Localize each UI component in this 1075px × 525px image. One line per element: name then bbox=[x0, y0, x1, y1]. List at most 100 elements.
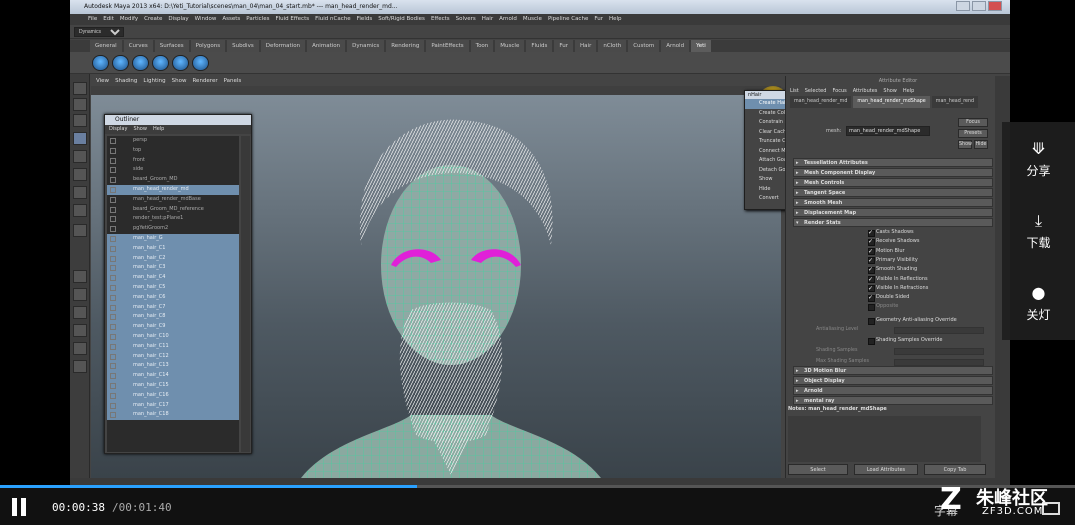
visibility-toggle[interactable] bbox=[110, 284, 116, 291]
attr-menu-attributes[interactable]: Attributes bbox=[853, 86, 878, 96]
outliner-item[interactable]: pgYetiGroom2 bbox=[107, 224, 239, 234]
shelf-tab-deformation[interactable]: Deformation bbox=[260, 40, 306, 52]
outliner-item[interactable]: man_hair_C3 bbox=[107, 263, 239, 274]
menu-hair[interactable]: Hair bbox=[482, 14, 493, 25]
shelf-tab-subdivs[interactable]: Subdivs bbox=[227, 40, 259, 52]
attr-menu-help[interactable]: Help bbox=[903, 86, 914, 96]
scale-tool-icon[interactable] bbox=[73, 168, 87, 181]
outliner-item[interactable]: render_test:pPlane1 bbox=[107, 214, 239, 224]
outliner-item[interactable]: beard_Groom_MD bbox=[107, 175, 239, 185]
mesh-name-field[interactable]: man_head_render_mdShape bbox=[846, 126, 930, 136]
outliner-item[interactable]: man_hair_C2 bbox=[107, 253, 239, 264]
lasso-tool-icon[interactable] bbox=[73, 98, 87, 111]
panel-menu-show[interactable]: Show bbox=[172, 76, 187, 86]
time-slider[interactable] bbox=[70, 478, 1010, 485]
outliner-item[interactable]: man_hair_C1 bbox=[107, 243, 239, 254]
video-frame[interactable]: Autodesk Maya 2013 x64: D:\Yeti_Tutorial… bbox=[0, 0, 1075, 485]
outliner-item[interactable]: man_hair_C13 bbox=[107, 361, 239, 372]
menu-window[interactable]: Window bbox=[195, 14, 217, 25]
shelf-tab-general[interactable]: General bbox=[90, 40, 122, 52]
attr-section[interactable]: mental ray bbox=[793, 396, 993, 405]
panel-menu-renderer[interactable]: Renderer bbox=[192, 76, 217, 86]
attr-tab[interactable]: man_head_render_md bbox=[790, 96, 852, 108]
visibility-toggle[interactable] bbox=[110, 402, 116, 409]
visibility-toggle[interactable] bbox=[110, 353, 116, 360]
visibility-toggle[interactable] bbox=[110, 138, 116, 144]
minimize-button[interactable] bbox=[956, 1, 970, 11]
panel-menu-shading[interactable]: Shading bbox=[115, 76, 137, 86]
shelf-tab-curves[interactable]: Curves bbox=[123, 40, 153, 52]
menu-edit[interactable]: Edit bbox=[103, 14, 114, 25]
move-tool-icon[interactable] bbox=[73, 132, 87, 145]
outliner-item[interactable]: man_head_render_md bbox=[107, 184, 239, 195]
menu-modify[interactable]: Modify bbox=[120, 14, 138, 25]
menu-display[interactable]: Display bbox=[168, 14, 188, 25]
hide-button[interactable]: Hide bbox=[974, 140, 988, 149]
panel-menu-panels[interactable]: Panels bbox=[224, 76, 242, 86]
outliner-item[interactable]: man_hair_C10 bbox=[107, 331, 239, 342]
shelf-tab-hair[interactable]: Hair bbox=[575, 40, 597, 52]
visibility-toggle[interactable] bbox=[110, 157, 116, 164]
maximize-button[interactable] bbox=[972, 1, 986, 11]
visibility-toggle[interactable] bbox=[110, 382, 116, 389]
show-button[interactable]: Show bbox=[958, 140, 972, 149]
render-stat-checkbox[interactable]: Visible In Refractions bbox=[868, 284, 928, 293]
visibility-toggle[interactable] bbox=[110, 255, 116, 262]
menu-file[interactable]: File bbox=[88, 14, 97, 25]
yeti-shelf-icon[interactable] bbox=[192, 55, 209, 71]
menu-solvers[interactable]: Solvers bbox=[456, 14, 476, 25]
visibility-toggle[interactable] bbox=[110, 226, 116, 233]
last-tool-icon[interactable] bbox=[73, 224, 87, 237]
shelf-tab-polygons[interactable]: Polygons bbox=[190, 40, 226, 52]
menu-muscle[interactable]: Muscle bbox=[523, 14, 542, 25]
outliner-item[interactable]: man_hair_C8 bbox=[107, 312, 239, 323]
panel-menu-view[interactable]: View bbox=[96, 76, 109, 86]
render-stat-checkbox[interactable]: Opposite bbox=[868, 302, 898, 311]
render-stat-checkbox[interactable]: Visible In Reflections bbox=[868, 275, 928, 284]
shelf-tab-fluids[interactable]: Fluids bbox=[526, 40, 553, 52]
mode-selector[interactable]: Dynamics bbox=[74, 27, 124, 37]
attr-section[interactable]: 3D Motion Blur bbox=[793, 366, 993, 375]
shading-samples-override-checkbox[interactable]: Shading Samples Override bbox=[868, 336, 942, 345]
shelf-tab-arnold[interactable]: Arnold bbox=[661, 40, 690, 52]
outliner-item[interactable]: man_hair_C11 bbox=[107, 341, 239, 352]
menu-fluid-effects[interactable]: Fluid Effects bbox=[275, 14, 309, 25]
attr-menu-show[interactable]: Show bbox=[883, 86, 897, 96]
visibility-toggle[interactable] bbox=[110, 373, 116, 380]
render-stat-checkbox[interactable]: Receive Shadows bbox=[868, 237, 920, 246]
attr-section[interactable]: Tessellation Attributes bbox=[793, 158, 993, 167]
soft-mod-tool-icon[interactable] bbox=[73, 204, 87, 217]
render-stat-checkbox[interactable]: Motion Blur bbox=[868, 247, 905, 256]
outliner-item[interactable]: man_head_render_mdBase bbox=[107, 195, 239, 205]
attr-section[interactable]: Render Stats bbox=[793, 218, 993, 227]
visibility-toggle[interactable] bbox=[110, 147, 116, 154]
layout-outliner-icon[interactable] bbox=[73, 324, 87, 337]
shelf-tab-surfaces[interactable]: Surfaces bbox=[154, 40, 189, 52]
render-stat-checkbox[interactable]: Primary Visibility bbox=[868, 256, 918, 265]
yeti-shelf-icon[interactable] bbox=[112, 55, 129, 71]
visibility-toggle[interactable] bbox=[110, 206, 116, 213]
outliner-item[interactable]: man_hair_C7 bbox=[107, 302, 239, 313]
render-stat-checkbox[interactable]: Smooth Shading bbox=[868, 265, 917, 274]
yeti-shelf-icon[interactable] bbox=[172, 55, 189, 71]
download-button[interactable]: ⤓ 下载 bbox=[1002, 194, 1075, 266]
copy-tab-button[interactable]: Copy Tab bbox=[924, 464, 986, 475]
shelf-tab-animation[interactable]: Animation bbox=[307, 40, 346, 52]
visibility-toggle[interactable] bbox=[110, 363, 116, 370]
visibility-toggle[interactable] bbox=[110, 235, 116, 242]
visibility-toggle[interactable] bbox=[110, 265, 116, 272]
yeti-shelf-icon[interactable] bbox=[152, 55, 169, 71]
notes-textarea[interactable] bbox=[788, 416, 981, 462]
shelf-tab-fur[interactable]: Fur bbox=[554, 40, 574, 52]
presets-button[interactable]: Presets bbox=[958, 129, 988, 138]
close-button[interactable] bbox=[988, 1, 1002, 11]
visibility-toggle[interactable] bbox=[110, 177, 116, 184]
menu-create[interactable]: Create bbox=[144, 14, 162, 25]
outliner-item[interactable]: man_hair_C12 bbox=[107, 351, 239, 362]
visibility-toggle[interactable] bbox=[110, 245, 116, 252]
attr-section[interactable]: Displacement Map bbox=[793, 208, 993, 217]
yeti-shelf-icon[interactable] bbox=[92, 55, 109, 71]
layout-single-icon[interactable] bbox=[73, 270, 87, 283]
shelf-tab-toon[interactable]: Toon bbox=[470, 40, 494, 52]
manipulator-tool-icon[interactable] bbox=[73, 186, 87, 199]
